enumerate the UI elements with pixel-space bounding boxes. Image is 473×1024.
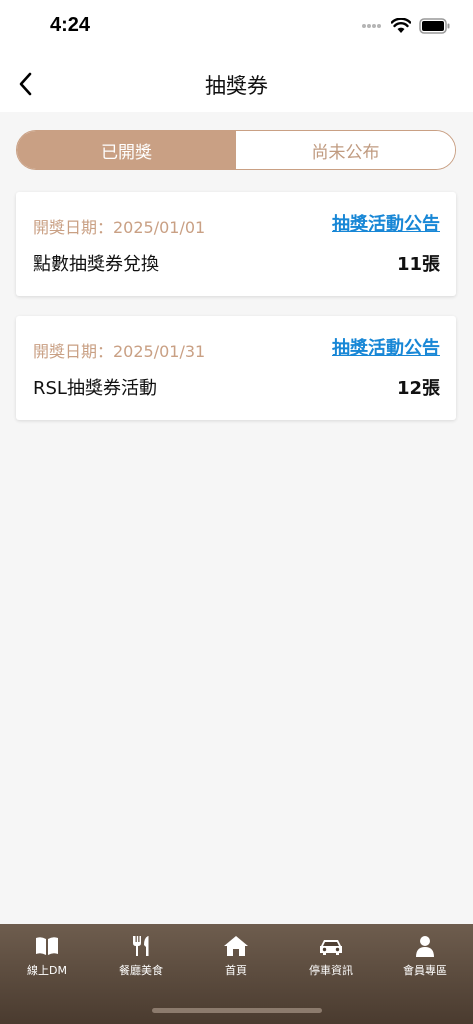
tab-parking[interactable]: 停車資訊: [284, 934, 378, 990]
ticket-count: 11張: [396, 254, 440, 275]
lottery-card[interactable]: 開獎日期：2025/01/01 抽獎活動公告 點數抽獎券兌換 11張: [16, 192, 456, 296]
tab-label: 停車資訊: [309, 964, 353, 977]
bottom-tab-bar: 線上DM 餐廳美食 首頁 停車資訊 會員專區: [0, 924, 473, 1024]
status-bar: 4:24: [0, 0, 473, 56]
fork-knife-icon: [133, 936, 149, 956]
tab-drawn[interactable]: 已開獎: [17, 131, 236, 169]
tab-not-announced[interactable]: 尚未公布: [236, 131, 455, 169]
home-icon: [224, 936, 248, 956]
ticket-count: 12張: [396, 378, 440, 399]
home-indicator: [152, 1008, 322, 1013]
tab-label: 會員專區: [403, 964, 447, 977]
tab-label: 首頁: [225, 964, 247, 977]
tab-label: 線上DM: [27, 964, 67, 977]
lottery-card[interactable]: 開獎日期：2025/01/31 抽獎活動公告 RSL抽獎券活動 12張: [16, 316, 456, 420]
segmented-control: 已開獎 尚未公布: [16, 130, 456, 170]
navigation-bar: 抽獎券: [0, 56, 473, 112]
tab-member[interactable]: 會員專區: [378, 934, 472, 990]
announcement-link[interactable]: 抽獎活動公告: [332, 210, 440, 236]
ticket-name: RSL抽獎券活動: [33, 378, 157, 399]
announcement-link[interactable]: 抽獎活動公告: [332, 334, 440, 360]
tab-label: 餐廳美食: [119, 964, 163, 977]
ticket-name: 點數抽獎券兌換: [33, 254, 159, 275]
signal-dots-icon: [362, 24, 381, 28]
wifi-icon: [391, 18, 411, 33]
status-time: 4:24: [50, 14, 91, 36]
tab-home[interactable]: 首頁: [189, 934, 283, 990]
page-title: 抽獎券: [205, 74, 268, 98]
car-icon: [320, 940, 342, 955]
tab-restaurants[interactable]: 餐廳美食: [94, 934, 188, 990]
status-icons: [361, 18, 451, 34]
tab-online-dm[interactable]: 線上DM: [0, 934, 94, 990]
book-icon: [36, 937, 58, 955]
draw-date: 開獎日期：2025/01/01: [33, 218, 206, 237]
segment-area: 已開獎 尚未公布: [0, 112, 473, 180]
person-icon: [416, 936, 434, 957]
battery-icon: [419, 18, 450, 34]
draw-date: 開獎日期：2025/01/31: [33, 342, 206, 361]
